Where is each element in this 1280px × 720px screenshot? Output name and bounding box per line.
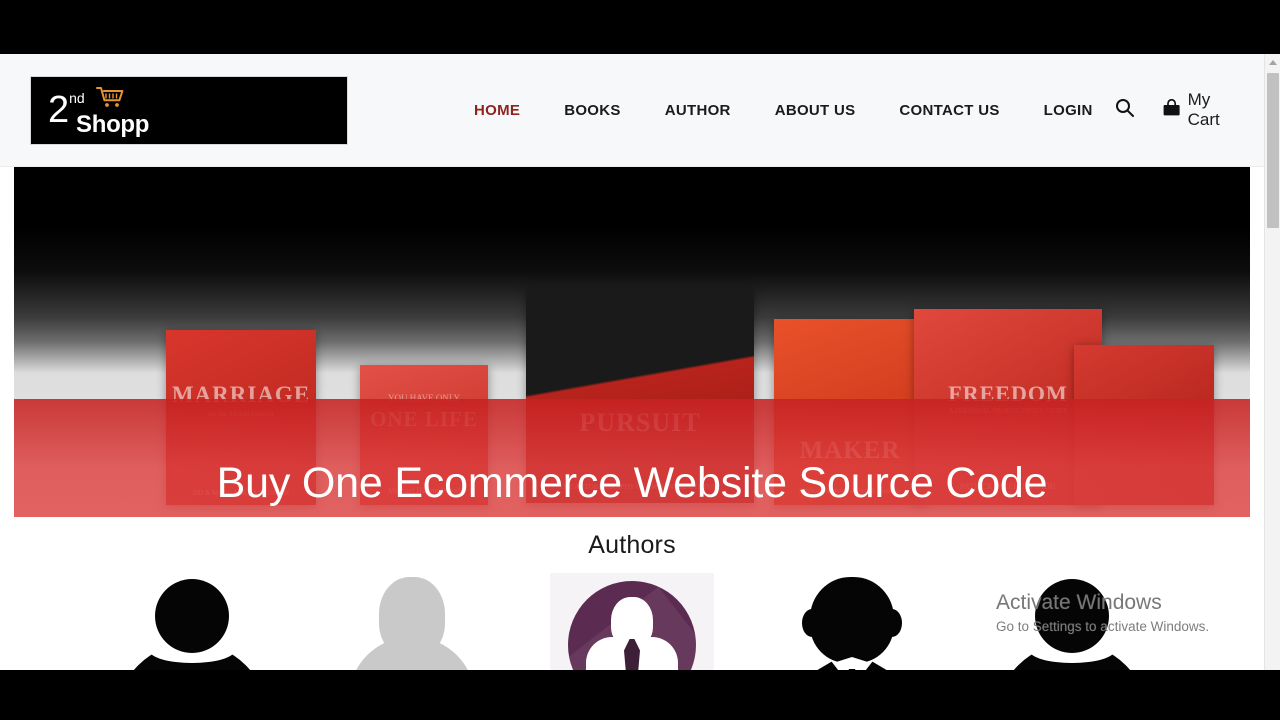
- nav-item-login[interactable]: LOGIN: [1022, 96, 1115, 125]
- hero-banner: MARRIAGE for the African Context ND & MA…: [14, 167, 1250, 517]
- scrollbar-thumb[interactable]: [1267, 73, 1279, 228]
- logo-number: 2: [48, 89, 69, 131]
- site-header: 2nd Shopp HOME BOOKS AUTHOR ABOUT US CON…: [0, 54, 1264, 167]
- author-card[interactable]: [770, 573, 934, 670]
- user-silhouette-black-icon: [110, 573, 274, 670]
- chevron-up-icon: [1269, 60, 1277, 65]
- web-page: 2nd Shopp HOME BOOKS AUTHOR ABOUT US CON…: [0, 54, 1264, 670]
- author-card[interactable]: [990, 573, 1154, 670]
- vertical-scrollbar[interactable]: [1264, 54, 1280, 670]
- authors-section: Authors: [0, 517, 1264, 670]
- logo-inner: 2nd Shopp: [48, 87, 149, 137]
- my-cart-button[interactable]: My Cart: [1162, 90, 1230, 130]
- hero-text-overlay: Buy One Ecommerce Website Source Code An…: [14, 399, 1250, 517]
- logo-word: Shopp: [76, 111, 150, 138]
- shopping-bag-icon: [1162, 98, 1181, 122]
- main-navigation: HOME BOOKS AUTHOR ABOUT US CONTACT US LO…: [452, 96, 1115, 125]
- author-card[interactable]: [110, 573, 274, 670]
- search-icon[interactable]: [1115, 98, 1134, 122]
- user-suit-silhouette-icon: [770, 573, 934, 670]
- authors-list: [0, 573, 1264, 670]
- letterbox-top: [0, 0, 1280, 54]
- letterbox-bottom: [0, 670, 1280, 720]
- authors-heading: Authors: [588, 531, 676, 559]
- shopping-cart-icon: [96, 86, 126, 113]
- nav-item-about-us[interactable]: ABOUT US: [753, 96, 878, 125]
- hero-headline-line1: Buy One Ecommerce Website Source Code: [216, 459, 1048, 508]
- nav-item-books[interactable]: BOOKS: [542, 96, 643, 125]
- scroll-up-button[interactable]: [1265, 54, 1280, 71]
- author-card[interactable]: [330, 573, 494, 670]
- nav-item-home[interactable]: HOME: [452, 96, 542, 125]
- logo-ordinal: nd: [69, 90, 85, 106]
- nav-item-author[interactable]: AUTHOR: [643, 96, 753, 125]
- author-card[interactable]: [550, 573, 714, 670]
- user-silhouette-black-icon: [990, 573, 1154, 670]
- user-avatar-purple-icon: [550, 573, 714, 670]
- user-silhouette-gray-icon: [330, 573, 494, 670]
- hero-headline-line2: And Create Multiple Website: [363, 514, 902, 518]
- nav-item-contact-us[interactable]: CONTACT US: [877, 96, 1021, 125]
- header-actions: My Cart: [1115, 90, 1230, 130]
- browser-viewport: 2nd Shopp HOME BOOKS AUTHOR ABOUT US CON…: [0, 54, 1280, 670]
- my-cart-label: My Cart: [1187, 90, 1220, 129]
- screen: 2nd Shopp HOME BOOKS AUTHOR ABOUT US CON…: [0, 0, 1280, 720]
- site-logo[interactable]: 2nd Shopp: [30, 75, 348, 145]
